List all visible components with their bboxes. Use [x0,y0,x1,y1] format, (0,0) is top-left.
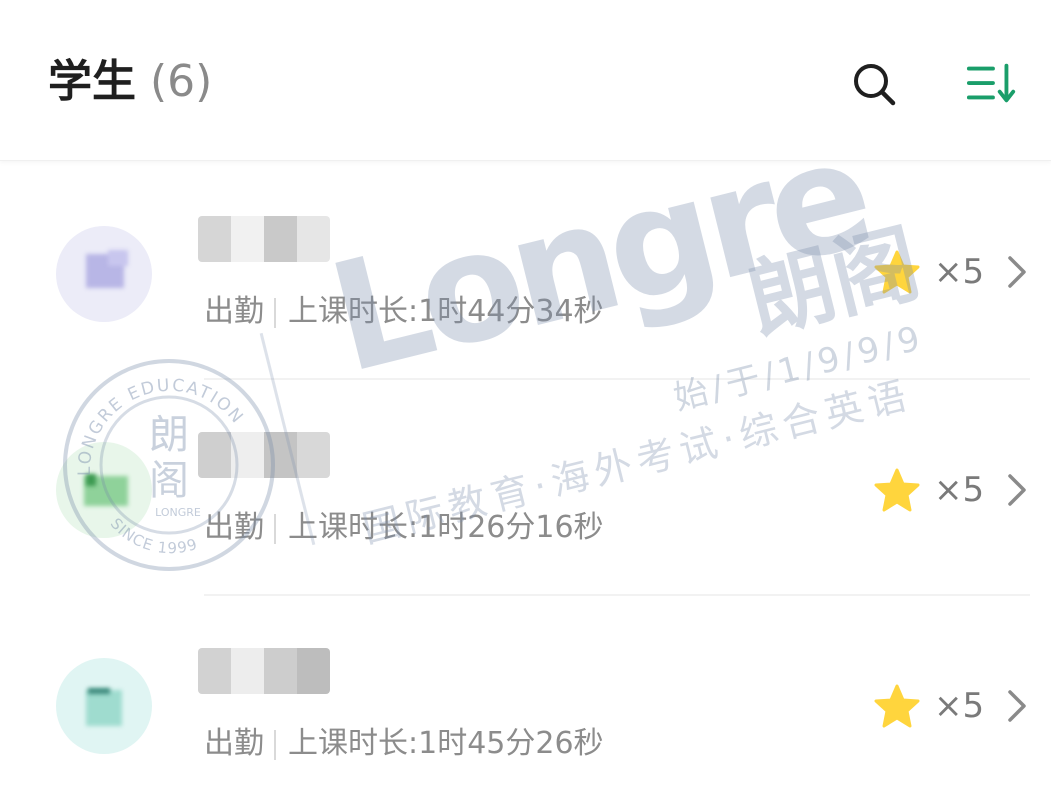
star-icon [874,684,920,728]
star-count: ×5 [934,686,985,726]
attendance-status: 出勤 [204,294,264,329]
separator [274,513,276,544]
duration-label: 上课时长: [288,726,419,761]
student-avatar [56,226,152,322]
student-avatar [56,442,152,538]
duration-value: 1时45分26秒 [418,726,604,761]
star-icon [874,468,920,512]
separator [274,297,276,328]
student-name-redacted [198,432,330,478]
separator [274,729,276,760]
attendance-status: 出勤 [204,726,264,761]
star-count: ×5 [934,470,985,510]
student-avatar [56,658,152,754]
student-name-redacted [198,648,330,694]
app-header: 学生 (6) [0,0,1051,161]
sort-icon [966,63,1016,103]
attendance-info: 出勤 上课时长:1时45分26秒 [204,724,604,764]
attendance-status: 出勤 [204,510,264,545]
chevron-right-icon [1008,256,1026,288]
search-button[interactable] [848,58,900,110]
chevron-right-icon [1008,690,1026,722]
search-icon [854,64,896,106]
student-name-redacted [198,216,330,262]
star-count: ×5 [934,252,985,292]
page-title-text: 学生 [48,56,136,107]
page-title: 学生 (6) [48,52,212,112]
chevron-right-icon [1008,474,1026,506]
student-count: (6) [150,56,213,107]
sort-button[interactable] [966,58,1018,110]
student-row[interactable]: 出勤 上课时长:1时45分26秒 ×5 [0,596,1051,812]
